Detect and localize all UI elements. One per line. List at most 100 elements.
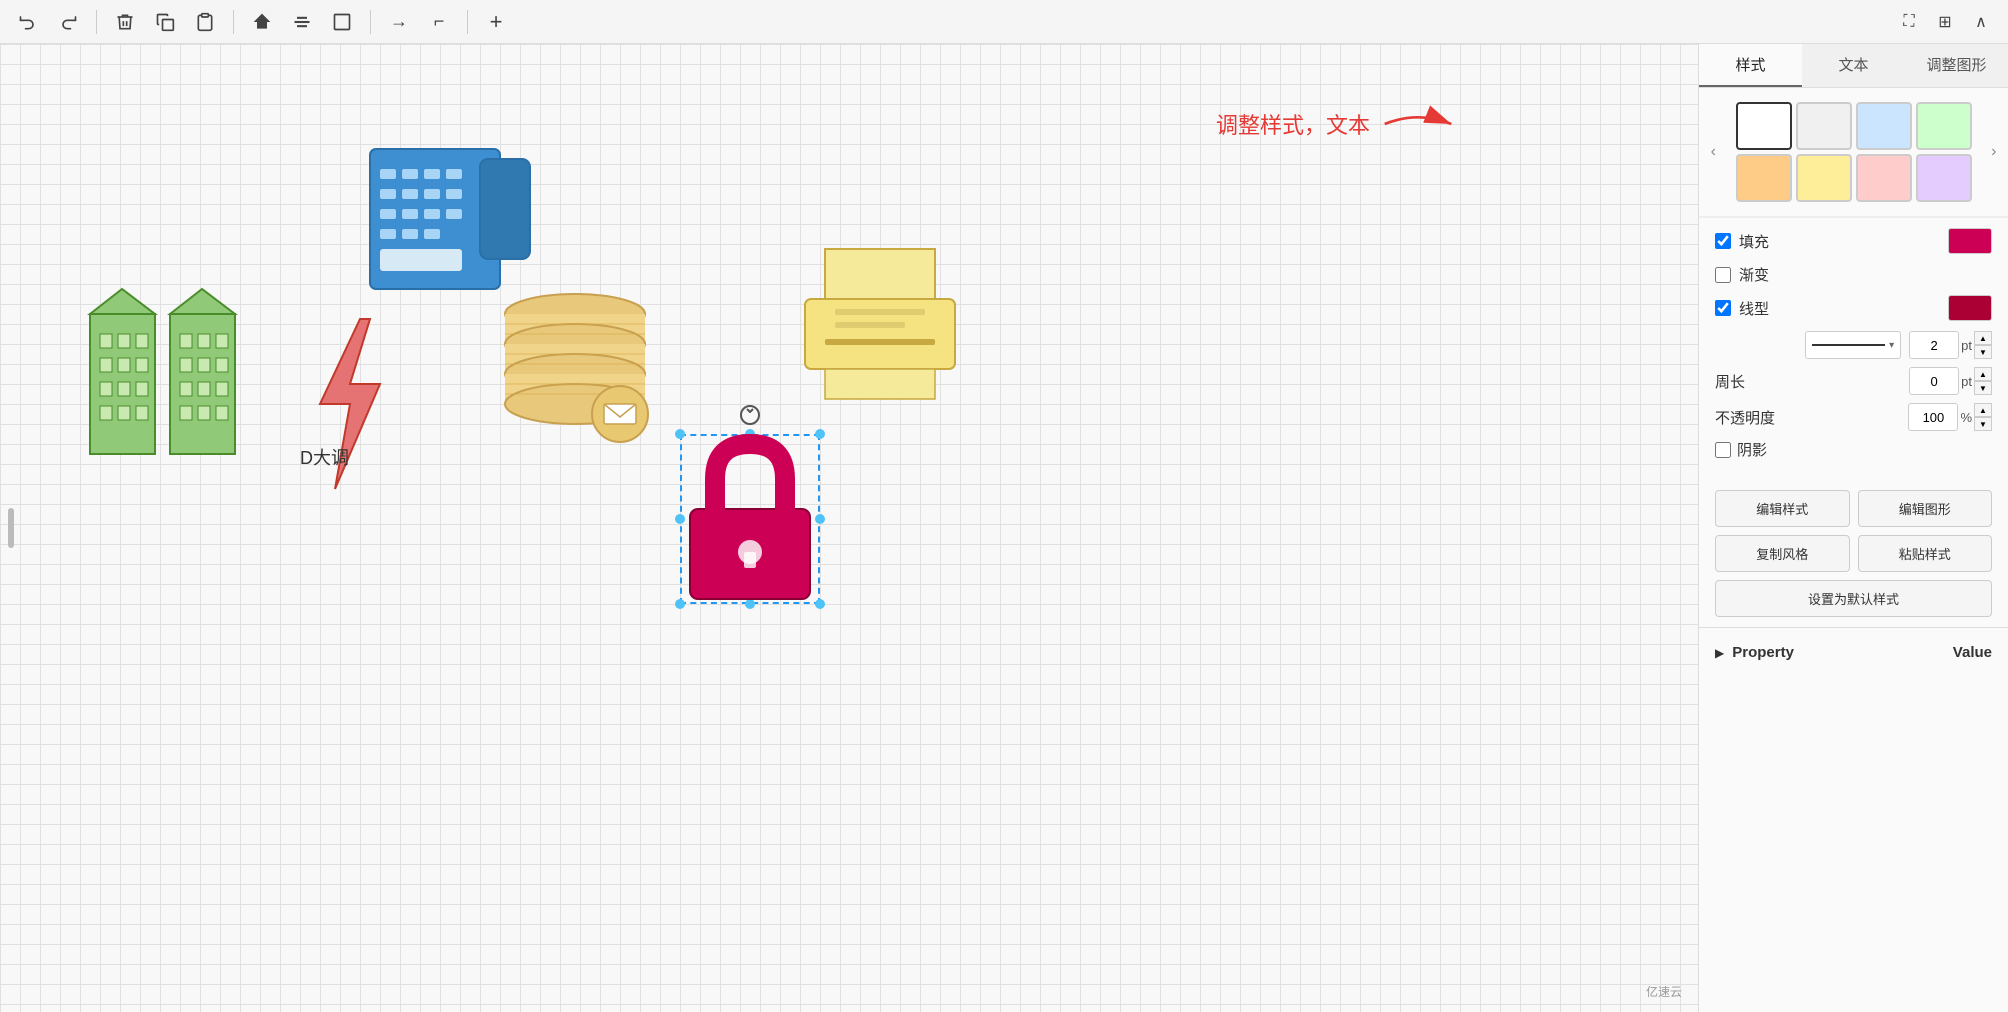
paste-style-button[interactable]: 粘贴样式 [1858, 535, 1993, 572]
fill-row: 填充 [1715, 228, 1992, 254]
swatch-yellow[interactable] [1796, 154, 1852, 202]
fill-checkbox[interactable] [1715, 233, 1731, 249]
separator-4 [467, 10, 468, 34]
copy-button[interactable] [149, 6, 181, 38]
swatch-lightgray[interactable] [1796, 102, 1852, 150]
redo-button[interactable] [52, 6, 84, 38]
paste-button[interactable] [189, 6, 221, 38]
stroke-width-down-button[interactable]: ▼ [1974, 345, 1992, 359]
delete-button[interactable] [109, 6, 141, 38]
grid-button[interactable]: ⊞ [1930, 7, 1960, 37]
separator-1 [96, 10, 97, 34]
color-swatches-grid [1728, 98, 1980, 206]
stroke-width-group: pt ▲ ▼ [1909, 331, 1992, 359]
perimeter-group: pt ▲ ▼ [1909, 367, 1992, 395]
shadow-checkbox[interactable] [1715, 442, 1731, 458]
stroke-color-swatch[interactable] [1948, 295, 1992, 321]
opacity-stepper: ▲ ▼ [1974, 403, 1992, 431]
stroke-width-up-button[interactable]: ▲ [1974, 331, 1992, 345]
buildings-element[interactable] [80, 284, 260, 469]
fill-label: 填充 [1739, 231, 1789, 252]
perimeter-up-button[interactable]: ▲ [1974, 367, 1992, 381]
stroke-width-input[interactable] [1909, 331, 1959, 359]
main-area: 调整样式，文本 [0, 44, 2008, 1012]
fill-button[interactable] [246, 6, 278, 38]
panel-nav: ‹ › [1699, 88, 2008, 217]
edit-shape-button[interactable]: 编辑图形 [1858, 490, 1993, 527]
right-panel: 样式 文本 调整图形 ‹ › 填充 [1698, 44, 2008, 1012]
swatch-white[interactable] [1736, 102, 1792, 150]
perimeter-stepper: ▲ ▼ [1974, 367, 1992, 395]
opacity-up-button[interactable]: ▲ [1974, 403, 1992, 417]
opacity-label: 不透明度 [1715, 407, 1775, 428]
edit-style-button[interactable]: 编辑样式 [1715, 490, 1850, 527]
brand-label: 亿速云 [1646, 983, 1682, 1000]
swatch-lightgreen[interactable] [1916, 102, 1972, 150]
insert-button[interactable]: + [480, 6, 512, 38]
stroke-width-stepper: ▲ ▼ [1974, 331, 1992, 359]
shape-button[interactable] [326, 6, 358, 38]
property-col-header: Property [1732, 644, 1794, 661]
stroke-label: 线型 [1739, 298, 1789, 319]
gradient-row: 渐变 [1715, 264, 1992, 285]
tab-style[interactable]: 样式 [1699, 44, 1802, 87]
connector-button[interactable]: → [383, 6, 415, 38]
opacity-input[interactable] [1908, 403, 1958, 431]
perimeter-label: 周长 [1715, 371, 1745, 392]
perimeter-unit: pt [1961, 374, 1972, 389]
swatch-pink[interactable] [1856, 154, 1912, 202]
lightning-element[interactable] [300, 314, 400, 499]
stroke-line-select[interactable]: ▾ [1805, 331, 1901, 359]
perimeter-input[interactable] [1909, 367, 1959, 395]
perimeter-down-button[interactable]: ▼ [1974, 381, 1992, 395]
property-triangle-icon: ▶ [1715, 646, 1724, 660]
opacity-group: % ▲ ▼ [1908, 403, 1992, 431]
action-buttons: 编辑样式 编辑图形 复制风格 粘贴样式 设置为默认样式 [1699, 480, 2008, 627]
stroke-line-row: ▾ pt ▲ ▼ [1715, 331, 1992, 359]
stroke-line-preview [1812, 344, 1885, 346]
lock-element-selected[interactable] [680, 434, 820, 604]
stroke-checkbox[interactable] [1715, 300, 1731, 316]
toolbar: → ⌐ + ⛶ ⊞ ∧ [0, 0, 2008, 44]
rotate-handle[interactable] [739, 404, 761, 431]
panel-tabs: 样式 文本 调整图形 [1699, 44, 2008, 88]
waypoint-button[interactable]: ⌐ [423, 6, 455, 38]
swatch-orange[interactable] [1736, 154, 1792, 202]
swatch-lightblue[interactable] [1856, 102, 1912, 150]
style-properties: 填充 渐变 线型 ▾ [1699, 217, 2008, 480]
stroke-dropdown-arrow-icon: ▾ [1889, 340, 1894, 351]
separator-2 [233, 10, 234, 34]
stroke-width-unit: pt [1961, 338, 1972, 353]
lock-icon [680, 434, 820, 604]
database-element[interactable] [490, 284, 670, 469]
annotation-arrow-icon [1378, 104, 1458, 144]
opacity-down-button[interactable]: ▼ [1974, 417, 1992, 431]
swatch-lavender[interactable] [1916, 154, 1972, 202]
stroke-button[interactable] [286, 6, 318, 38]
canvas-area[interactable]: 调整样式，文本 [0, 44, 1698, 1012]
toolbar-right: ⛶ ⊞ ∧ [1894, 7, 1996, 37]
property-table-header: ▶ Property Value [1715, 638, 1992, 667]
separator-3 [370, 10, 371, 34]
fullscreen-button[interactable]: ⛶ [1894, 7, 1924, 37]
tab-text[interactable]: 文本 [1802, 44, 1905, 87]
perimeter-row: 周长 pt ▲ ▼ [1715, 367, 1992, 395]
phone-element[interactable] [360, 139, 540, 304]
shadow-label: 阴影 [1737, 439, 1767, 460]
nav-next-button[interactable]: › [1988, 140, 2001, 164]
shadow-row: 阴影 [1715, 439, 1992, 460]
fill-color-swatch[interactable] [1948, 228, 1992, 254]
nav-prev-button[interactable]: ‹ [1707, 140, 1720, 164]
selection-container [680, 434, 820, 604]
tab-arrange[interactable]: 调整图形 [1905, 44, 2008, 87]
undo-button[interactable] [12, 6, 44, 38]
d-major-label: D大调 [300, 444, 349, 470]
annotation: 调整样式，文本 [1216, 104, 1458, 144]
left-panel-handle[interactable] [8, 508, 14, 548]
gradient-checkbox[interactable] [1715, 267, 1731, 283]
printer-element[interactable] [790, 244, 970, 409]
annotation-text: 调整样式，文本 [1216, 108, 1370, 140]
collapse-button[interactable]: ∧ [1966, 7, 1996, 37]
set-default-button[interactable]: 设置为默认样式 [1715, 580, 1992, 617]
copy-style-button[interactable]: 复制风格 [1715, 535, 1850, 572]
